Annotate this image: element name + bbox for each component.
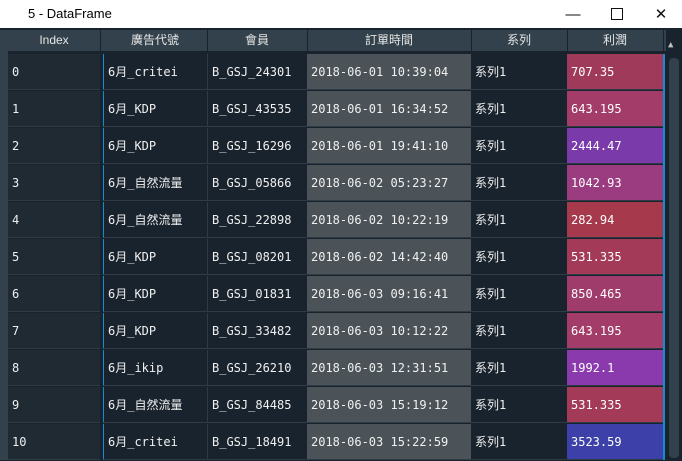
cell-member[interactable]: B_GSJ_33482 — [207, 313, 307, 349]
cell-index[interactable]: 4 — [8, 202, 100, 238]
maximize-icon — [611, 8, 623, 20]
cell-order-time[interactable]: 2018-06-02 10:22:19 — [307, 202, 471, 238]
cell-member[interactable]: B_GSJ_08201 — [207, 239, 307, 275]
cell-profit[interactable]: 643.195 — [567, 91, 663, 127]
column-header-profit[interactable]: 利潤 — [567, 30, 664, 51]
cell-member[interactable]: B_GSJ_18491 — [207, 424, 307, 460]
cell-order-time[interactable]: 2018-06-03 10:12:22 — [307, 313, 471, 349]
table-row[interactable]: 1 6月_KDP B_GSJ_43535 2018-06-01 16:34:52 系列1… — [0, 91, 682, 128]
cell-ad-code[interactable]: 6月_自然流量 — [103, 202, 207, 238]
cell-member[interactable]: B_GSJ_22898 — [207, 202, 307, 238]
column-header-series[interactable]: 系列 — [471, 30, 568, 51]
maximize-button[interactable] — [594, 0, 640, 28]
cell-order-time[interactable]: 2018-06-03 15:22:59 — [307, 424, 471, 460]
cell-member[interactable]: B_GSJ_26210 — [207, 350, 307, 386]
table-body: 0 6月_critei B_GSJ_24301 2018-06-01 10:39:04… — [0, 54, 682, 460]
cell-series[interactable]: 系列1 — [471, 276, 567, 312]
cell-index[interactable]: 7 — [8, 313, 100, 349]
cell-member[interactable]: B_GSJ_05866 — [207, 165, 307, 201]
cell-series[interactable]: 系列1 — [471, 424, 567, 460]
cell-index[interactable]: 10 — [8, 424, 100, 460]
cell-ad-code[interactable]: 6月_critei — [103, 54, 207, 90]
table-focus-border — [663, 54, 665, 460]
table-row[interactable]: 8 6月_ikip B_GSJ_26210 2018-06-03 12:31:51 系列… — [0, 350, 682, 387]
cell-profit[interactable]: 850.465 — [567, 276, 663, 312]
cell-index[interactable]: 8 — [8, 350, 100, 386]
cell-profit[interactable]: 531.335 — [567, 239, 663, 275]
table-row[interactable]: 2 6月_KDP B_GSJ_16296 2018-06-01 19:41:10 系列1… — [0, 128, 682, 165]
table-row[interactable]: 7 6月_KDP B_GSJ_33482 2018-06-03 10:12:22 系列1… — [0, 313, 682, 350]
cell-profit[interactable]: 1042.93 — [567, 165, 663, 201]
cell-series[interactable]: 系列1 — [471, 202, 567, 238]
cell-ad-code[interactable]: 6月_KDP — [103, 91, 207, 127]
cell-member[interactable]: B_GSJ_43535 — [207, 91, 307, 127]
cell-order-time[interactable]: 2018-06-03 09:16:41 — [307, 276, 471, 312]
cell-ad-code[interactable]: 6月_critei — [103, 424, 207, 460]
cell-index[interactable]: 5 — [8, 239, 100, 275]
close-button[interactable]: ✕ — [638, 0, 682, 28]
cell-index[interactable]: 3 — [8, 165, 100, 201]
table-row[interactable]: 5 6月_KDP B_GSJ_08201 2018-06-02 14:42:40 系列1… — [0, 239, 682, 276]
minimize-button[interactable]: — — [550, 0, 596, 28]
scrollbar-thumb[interactable] — [669, 58, 679, 458]
close-icon: ✕ — [654, 6, 668, 23]
cell-index[interactable]: 0 — [8, 54, 100, 90]
table-row[interactable]: 10 6月_critei B_GSJ_18491 2018-06-03 15:22:5… — [0, 424, 682, 461]
cell-profit[interactable]: 707.35 — [567, 54, 663, 90]
cell-series[interactable]: 系列1 — [471, 54, 567, 90]
table-header: Index 廣告代號 會員 訂單時間 系列 利潤 — [0, 30, 682, 51]
cell-index[interactable]: 1 — [8, 91, 100, 127]
cell-series[interactable]: 系列1 — [471, 313, 567, 349]
cell-series[interactable]: 系列1 — [471, 128, 567, 164]
cell-profit[interactable]: 2444.47 — [567, 128, 663, 164]
table-row[interactable]: 3 6月_自然流量 B_GSJ_05866 2018-06-02 05:23:27 系列… — [0, 165, 682, 202]
column-header-order-time[interactable]: 訂單時間 — [307, 30, 472, 51]
table-row[interactable]: 4 6月_自然流量 B_GSJ_22898 2018-06-02 10:22:19 系列… — [0, 202, 682, 239]
cell-ad-code[interactable]: 6月_KDP — [103, 313, 207, 349]
minimize-icon: — — [565, 5, 581, 23]
cell-member[interactable]: B_GSJ_24301 — [207, 54, 307, 90]
cell-index[interactable]: 9 — [8, 387, 100, 423]
cell-ad-code[interactable]: 6月_KDP — [103, 239, 207, 275]
cell-series[interactable]: 系列1 — [471, 239, 567, 275]
cell-order-time[interactable]: 2018-06-01 16:34:52 — [307, 91, 471, 127]
cell-order-time[interactable]: 2018-06-02 14:42:40 — [307, 239, 471, 275]
window-title: 5 - DataFrame — [28, 6, 112, 21]
cell-order-time[interactable]: 2018-06-03 12:31:51 — [307, 350, 471, 386]
cell-profit[interactable]: 282.94 — [567, 202, 663, 238]
cell-series[interactable]: 系列1 — [471, 91, 567, 127]
table-row[interactable]: 0 6月_critei B_GSJ_24301 2018-06-01 10:39:04… — [0, 54, 682, 91]
column-header-member[interactable]: 會員 — [207, 30, 308, 51]
cell-profit[interactable]: 643.195 — [567, 313, 663, 349]
cell-member[interactable]: B_GSJ_16296 — [207, 128, 307, 164]
cell-index[interactable]: 6 — [8, 276, 100, 312]
cell-ad-code[interactable]: 6月_自然流量 — [103, 165, 207, 201]
table-row[interactable]: 6 6月_KDP B_GSJ_01831 2018-06-03 09:16:41 系列1… — [0, 276, 682, 313]
cell-profit[interactable]: 1992.1 — [567, 350, 663, 386]
cell-series[interactable]: 系列1 — [471, 165, 567, 201]
scroll-up-icon[interactable]: ▲ — [668, 40, 673, 50]
cell-ad-code[interactable]: 6月_KDP — [103, 276, 207, 312]
cell-profit[interactable]: 531.335 — [567, 387, 663, 423]
column-header-index[interactable]: Index — [8, 30, 101, 51]
column-header-ad-code[interactable]: 廣告代號 — [103, 30, 208, 51]
cell-index[interactable]: 2 — [8, 128, 100, 164]
cell-ad-code[interactable]: 6月_自然流量 — [103, 387, 207, 423]
cell-series[interactable]: 系列1 — [471, 387, 567, 423]
cell-profit[interactable]: 3523.59 — [567, 424, 663, 460]
cell-order-time[interactable]: 2018-06-03 15:19:12 — [307, 387, 471, 423]
cell-ad-code[interactable]: 6月_KDP — [103, 128, 207, 164]
cell-member[interactable]: B_GSJ_01831 — [207, 276, 307, 312]
cell-order-time[interactable]: 2018-06-02 05:23:27 — [307, 165, 471, 201]
cell-series[interactable]: 系列1 — [471, 350, 567, 386]
cell-order-time[interactable]: 2018-06-01 19:41:10 — [307, 128, 471, 164]
cell-member[interactable]: B_GSJ_84485 — [207, 387, 307, 423]
table-row[interactable]: 9 6月_自然流量 B_GSJ_84485 2018-06-03 15:19:12 系列… — [0, 387, 682, 424]
cell-ad-code[interactable]: 6月_ikip — [103, 350, 207, 386]
window-titlebar: 5 - DataFrame — ✕ — [0, 0, 682, 28]
cell-order-time[interactable]: 2018-06-01 10:39:04 — [307, 54, 471, 90]
vertical-scrollbar[interactable]: ▲ — [666, 30, 682, 460]
